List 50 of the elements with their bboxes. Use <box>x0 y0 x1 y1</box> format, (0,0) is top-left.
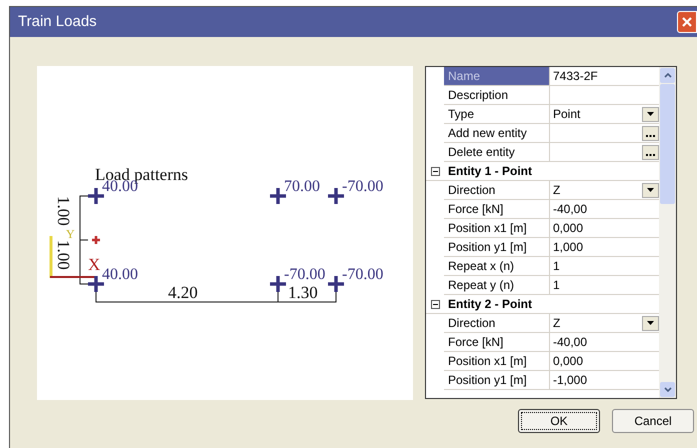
close-icon <box>682 17 692 27</box>
property-value[interactable]: Z <box>550 181 659 200</box>
axis-label: X <box>88 255 100 274</box>
dropdown-button[interactable] <box>642 316 659 330</box>
dimension-value: 1.00 <box>54 196 73 226</box>
scroll-up-icon[interactable] <box>664 73 672 78</box>
caret-down-icon <box>647 321 654 325</box>
dimension-value: 4.20 <box>168 283 198 302</box>
property-name[interactable]: Force [kN] <box>444 333 550 352</box>
load-value: -70.00 <box>284 266 326 283</box>
property-name[interactable]: Force [kN] <box>444 200 550 219</box>
property-value[interactable]: Z <box>550 314 659 333</box>
cancel-button[interactable]: Cancel <box>612 409 694 433</box>
property-name[interactable]: Position y1 [m] <box>444 238 550 257</box>
load-value: -70.00 <box>342 266 384 283</box>
dimension-value: 1.00 <box>54 240 73 270</box>
property-name[interactable]: Position y1 [m] <box>444 371 550 390</box>
collapse-icon[interactable] <box>430 166 440 176</box>
property-name[interactable]: Repeat x (n) <box>444 257 550 276</box>
dropdown-button[interactable] <box>642 182 659 198</box>
property-name[interactable]: Add new entity <box>444 124 550 143</box>
property-name[interactable]: Direction <box>444 181 550 200</box>
property-name[interactable]: Repeat y (n) <box>444 276 550 295</box>
caret-down-icon <box>647 112 654 116</box>
load-value: 70.00 <box>284 178 320 195</box>
property-value[interactable]: Point <box>550 105 659 124</box>
load-value: 40.00 <box>102 266 138 283</box>
x-axis-line <box>50 276 96 278</box>
window-title: Train Loads <box>18 12 97 32</box>
load-value: -70.00 <box>342 178 384 195</box>
ok-button[interactable]: OK <box>518 409 600 433</box>
dimension-value: 1.30 <box>288 283 318 302</box>
origin-marker-icon <box>90 234 102 246</box>
ellipsis-button[interactable] <box>642 144 659 160</box>
dropdown-button[interactable] <box>642 106 659 122</box>
caret-down-icon <box>647 188 654 192</box>
collapse-icon[interactable] <box>430 300 440 308</box>
scrollbar[interactable] <box>659 67 676 398</box>
property-name[interactable]: Position x1 [m] <box>444 219 550 238</box>
property-name[interactable]: Type <box>444 105 550 124</box>
property-name[interactable]: Position x1 [m] <box>444 352 550 371</box>
scrollbar-thumb[interactable] <box>660 84 675 204</box>
property-name[interactable]: Delete entity <box>444 143 550 162</box>
y-axis-line <box>50 236 52 278</box>
ellipsis-button[interactable] <box>642 126 659 140</box>
axis-label: Y <box>66 227 75 241</box>
scroll-down-icon[interactable] <box>664 387 672 392</box>
close-button[interactable] <box>677 11 697 33</box>
property-name[interactable]: Direction <box>444 314 550 333</box>
property-name[interactable]: Description <box>444 86 550 105</box>
